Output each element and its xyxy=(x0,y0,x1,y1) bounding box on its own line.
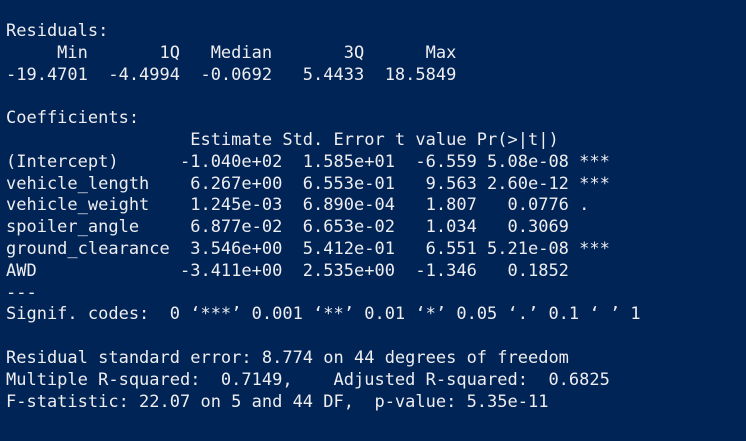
console-line-residuals-labels: Min 1Q Median 3Q Max xyxy=(6,42,467,63)
console-line-blank-2 xyxy=(6,326,746,348)
console-output[interactable]: Residuals: Min 1Q Median 3Q Max -19.4701… xyxy=(0,0,746,441)
console-line-r-squared: Multiple R-squared: 0.7149, Adjusted R-s… xyxy=(6,369,621,390)
console-line-residual-se: Residual standard error: 8.774 on 44 deg… xyxy=(6,347,569,368)
console-line-coef-awd: AWD -3.411e+00 2.535e+00 -1.346 0.1852 xyxy=(6,260,610,281)
console-line-separator: --- xyxy=(6,282,37,303)
console-line-coefficients-header: Coefficients: xyxy=(6,108,140,129)
console-line-coef-vehicle-length: vehicle_length 6.267e+00 6.553e-01 9.563… xyxy=(6,173,610,194)
console-line-signif-codes: Signif. codes: 0 ‘***’ 0.001 ‘**’ 0.01 ‘… xyxy=(6,304,641,325)
console-line-residuals-header: Residuals: xyxy=(6,21,109,41)
console-line-f-statistic: F-statistic: 22.07 on 5 and 44 DF, p-val… xyxy=(6,391,549,412)
console-line-coef-columns: Estimate Std. Error t value Pr(>|t|) xyxy=(6,129,600,150)
console-line-residuals-values: -19.4701 -4.4994 -0.0692 5.4433 18.5849 xyxy=(6,64,467,85)
console-line-coef-intercept: (Intercept) -1.040e+02 1.585e+01 -6.559 … xyxy=(6,151,610,172)
console-line-coef-spoiler-angle: spoiler_angle 6.877e-02 6.653e-02 1.034 … xyxy=(6,217,610,238)
console-line-coef-vehicle-weight: vehicle_weight 1.245e-03 6.890e-04 1.807… xyxy=(6,195,610,216)
console-line-coef-ground-clearance: ground_clearance 3.546e+00 5.412e-01 6.5… xyxy=(6,238,610,259)
